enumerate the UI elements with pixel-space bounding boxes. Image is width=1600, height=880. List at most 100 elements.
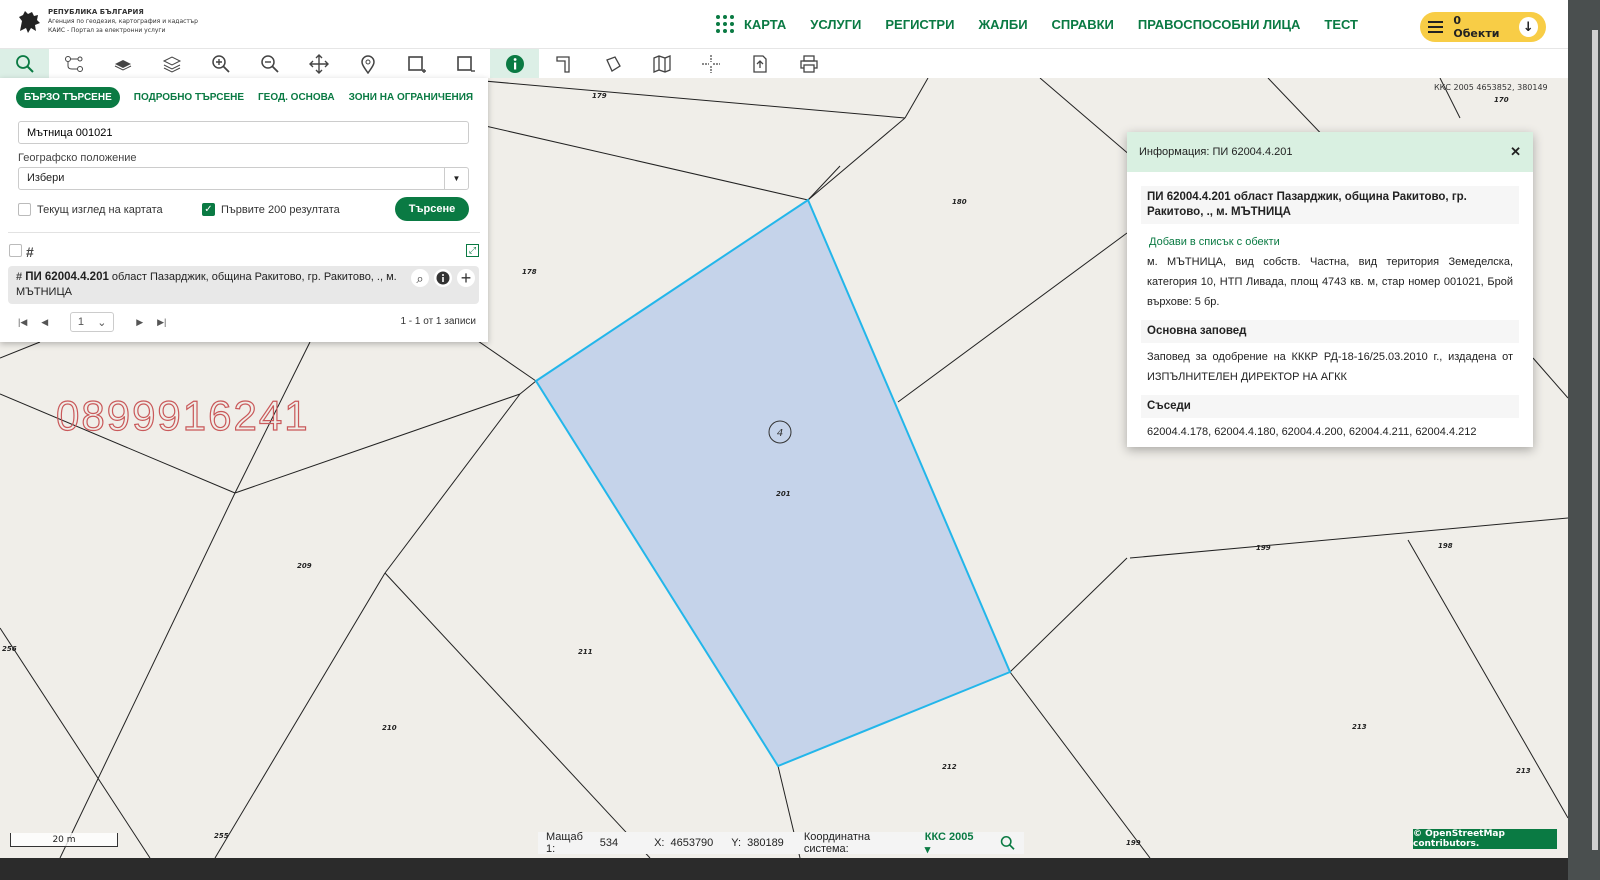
- apps-grid-icon[interactable]: [715, 15, 734, 33]
- osm-credit[interactable]: © OpenStreetMap contributors.: [1413, 829, 1557, 849]
- layers-tool[interactable]: [147, 49, 196, 79]
- page-select[interactable]: 1 ⌄: [70, 312, 115, 332]
- parcel-label-179: 179: [592, 92, 607, 100]
- search-button[interactable]: Търсене: [395, 197, 469, 221]
- map-toolbar: [0, 48, 1568, 79]
- expand-icon[interactable]: ⤢: [466, 244, 479, 257]
- close-icon[interactable]: ✕: [1510, 144, 1521, 160]
- pager: |◀ ◀ 1 ⌄ ▶ ▶|: [18, 312, 166, 332]
- result-zoom-icon[interactable]: ⌕: [411, 269, 429, 287]
- result-add-icon[interactable]: +: [457, 269, 475, 287]
- record-count: 1 - 1 от 1 записи: [400, 316, 476, 327]
- caret-down-icon: ▼: [444, 168, 468, 189]
- parcel-label-255: 255: [214, 832, 229, 840]
- divider: [8, 232, 480, 233]
- first-200-checkbox[interactable]: ✓: [202, 203, 215, 216]
- current-view-checkbox[interactable]: [18, 203, 31, 216]
- current-view-option: Текущ изглед на картата: [18, 203, 163, 216]
- prev-page-icon[interactable]: ◀: [41, 317, 48, 328]
- select-rect-tool[interactable]: [392, 49, 441, 79]
- nav-registers[interactable]: РЕГИСТРИ: [885, 17, 954, 32]
- select-all-checkbox[interactable]: [9, 244, 22, 257]
- nav-reports[interactable]: СПРАВКИ: [1052, 17, 1114, 32]
- tab-detailed-search[interactable]: ПОДРОБНО ТЪРСЕНЕ: [134, 92, 244, 103]
- info-tool[interactable]: [490, 49, 539, 79]
- nav-test[interactable]: ТЕСТ: [1324, 17, 1358, 32]
- menu-icon: [1428, 21, 1444, 33]
- layer-tool[interactable]: [98, 49, 147, 79]
- first-200-option: ✓ Първите 200 резултата: [202, 203, 340, 216]
- print-tool[interactable]: [784, 49, 833, 79]
- lion-emblem-icon: [19, 10, 40, 33]
- tab-geodetic-base[interactable]: ГЕОД. ОСНОВА: [258, 92, 335, 103]
- info-panel: Информация: ПИ 62004.4.201 ✕ ПИ 62004.4.…: [1127, 132, 1533, 447]
- info-header: Информация: ПИ 62004.4.201 ✕: [1127, 132, 1533, 172]
- pan-icon: [308, 54, 329, 74]
- search-tabs: БЪРЗО ТЪРСЕНЕ ПОДРОБНО ТЪРСЕНЕ ГЕОД. ОСН…: [16, 87, 473, 108]
- y-value: 380189: [747, 837, 784, 849]
- chevron-down-icon: ⌄: [97, 316, 107, 329]
- polygon-icon: [605, 56, 621, 72]
- crosshair-icon: [701, 55, 720, 73]
- objects-cart-button[interactable]: 0 Обекти ↓: [1420, 12, 1546, 42]
- measure-tool[interactable]: [539, 49, 588, 79]
- map-tool[interactable]: [637, 49, 686, 79]
- parcel-label-211: 211: [578, 648, 593, 656]
- logo-text: РЕПУБЛИКА БЪЛГАРИЯ Агенция по геодезия, …: [48, 8, 198, 35]
- nav-complaints[interactable]: ЖАЛБИ: [978, 17, 1027, 32]
- first-page-icon[interactable]: |◀: [18, 317, 27, 328]
- parcel-label-209: 209: [297, 562, 312, 570]
- result-hash-icon: #: [16, 271, 26, 283]
- result-info-icon[interactable]: [434, 269, 452, 287]
- scrollbar-thumb[interactable]: [1592, 30, 1598, 850]
- scale-label: Мащаб 1:: [546, 831, 583, 855]
- measure-icon: [555, 56, 570, 73]
- logo-line-3: КАИС - Портал за електронни услуги: [48, 27, 166, 34]
- agency-logo[interactable]: РЕПУБЛИКА БЪЛГАРИЯ Агенция по геодезия, …: [16, 8, 198, 35]
- nav-map[interactable]: КАРТА: [744, 17, 786, 32]
- page-scrollbar[interactable]: [1568, 0, 1600, 880]
- search-tool[interactable]: [0, 49, 49, 79]
- top-coordinates: ККС 2005 4653852, 380149: [1434, 83, 1548, 92]
- parcel-label-180: 180: [952, 198, 967, 206]
- info-title: ПИ 62004.4.201 област Пазарджик, община …: [1141, 186, 1519, 224]
- search-input[interactable]: [18, 121, 469, 144]
- neighbors-text: 62004.4.178, 62004.4.180, 62004.4.200, 6…: [1147, 426, 1477, 438]
- result-row[interactable]: # ПИ 62004.4.201 област Пазарджик, общин…: [8, 266, 479, 304]
- coordsys-select[interactable]: ККС 2005 ▾: [925, 831, 981, 856]
- last-page-icon[interactable]: ▶|: [157, 317, 166, 328]
- zoom-in-tool[interactable]: [196, 49, 245, 79]
- export-tool[interactable]: [735, 49, 784, 79]
- zoom-out-tool[interactable]: [245, 49, 294, 79]
- hash-icon: #: [26, 244, 34, 260]
- main-nav: КАРТА УСЛУГИ РЕГИСТРИ ЖАЛБИ СПРАВКИ ПРАВ…: [715, 0, 1358, 48]
- geo-location-select[interactable]: Избери ▼: [18, 167, 469, 190]
- deselect-rect-tool[interactable]: [441, 49, 490, 79]
- pan-tool[interactable]: [294, 49, 343, 79]
- parcel-label-199: 199: [1256, 544, 1271, 552]
- tab-restriction-zones[interactable]: ЗОНИ НА ОГРАНИЧЕНИЯ: [349, 92, 473, 103]
- order-title: Основна заповед: [1141, 320, 1519, 343]
- polygon-tool[interactable]: [588, 49, 637, 79]
- info-icon: [505, 55, 524, 73]
- next-page-icon[interactable]: ▶: [136, 317, 143, 328]
- route-tool[interactable]: [49, 49, 98, 79]
- scale-value: 534: [599, 837, 619, 849]
- map-icon: [652, 55, 671, 73]
- pin-tool[interactable]: [343, 49, 392, 79]
- coordsys-value: ККС 2005: [924, 830, 974, 843]
- route-icon: [64, 56, 83, 72]
- bottom-strip: [0, 858, 1568, 880]
- search-icon[interactable]: [1000, 835, 1016, 851]
- nav-services[interactable]: УСЛУГИ: [810, 17, 861, 32]
- nav-licensed-persons[interactable]: ПРАВОСПОСОБНИ ЛИЦА: [1138, 17, 1301, 32]
- add-to-list-link[interactable]: Добави в списък с обекти: [1149, 236, 1511, 248]
- status-bar: Мащаб 1: 534 X: 4653790 Y: 380189 Коорди…: [538, 831, 1024, 856]
- crosshair-tool[interactable]: [686, 49, 735, 79]
- parcel-label-213b: 213: [1516, 767, 1531, 775]
- layer-icon: [114, 60, 131, 71]
- phone-watermark: 0899916241: [55, 391, 310, 439]
- search-icon: [15, 55, 34, 73]
- parcel-label-210: 210: [382, 724, 397, 732]
- tab-quick-search[interactable]: БЪРЗО ТЪРСЕНЕ: [16, 87, 120, 108]
